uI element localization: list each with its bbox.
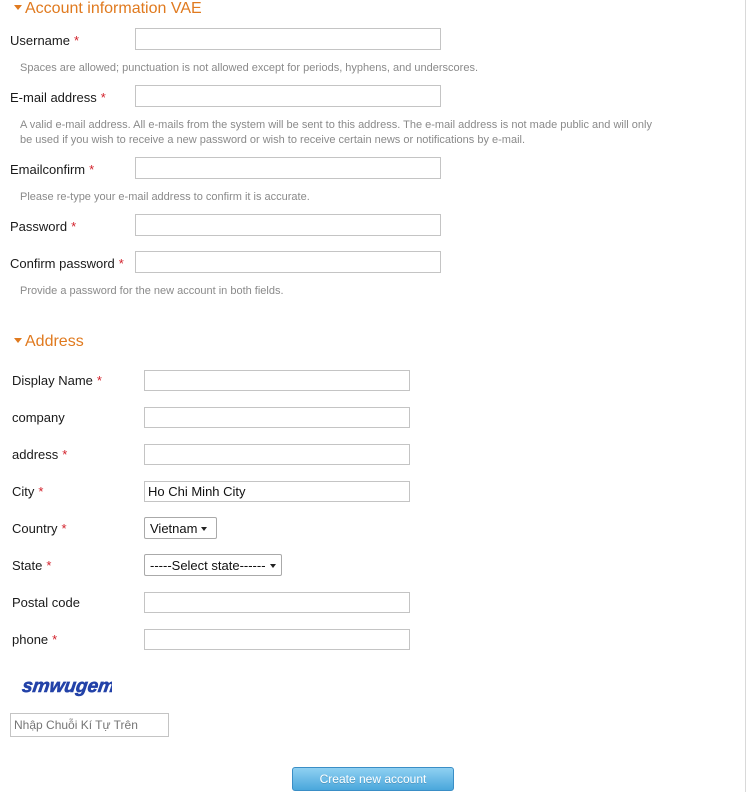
confirm-password-label: Confirm password * [10,256,124,271]
collapse-triangle-icon [14,4,22,10]
address-input[interactable] [144,444,410,465]
username-label: Username * [10,33,80,48]
required-marker: * [73,33,80,48]
postal-code-input[interactable] [144,592,410,613]
country-select-value: Vietnam [150,521,198,536]
required-marker: * [38,484,44,499]
city-input[interactable] [144,481,410,502]
username-help: Spaces are allowed; punctuation is not a… [20,62,479,74]
captcha-text: smwugem [21,676,112,697]
company-label: company [12,410,65,425]
state-select[interactable]: -----Select state------ [144,554,282,576]
state-label: State * [12,558,52,573]
required-marker: * [71,219,77,234]
emailconfirm-help: Please re-type your e-mail address to co… [20,191,310,203]
required-marker: * [62,447,68,462]
address-section-title: Address [25,333,84,350]
email-help-line2: be used if you wish to receive a new pas… [20,134,526,146]
required-marker: * [100,90,106,105]
page-right-border [745,0,746,792]
phone-input[interactable] [144,629,410,650]
required-marker: * [96,373,102,388]
confirm-password-input[interactable] [135,251,441,273]
country-select[interactable]: Vietnam [144,517,217,539]
address-section-header[interactable]: Address [14,333,84,351]
required-marker: * [118,256,124,271]
display-name-input[interactable] [144,370,410,391]
required-marker: * [61,521,67,536]
address-label: address * [12,447,68,462]
username-input[interactable] [135,28,441,50]
dropdown-arrow-icon [201,526,208,531]
email-help-line1: A valid e-mail address. All e-mails from… [20,119,652,131]
emailconfirm-label: Emailconfirm * [10,162,95,177]
phone-label: phone * [12,632,58,647]
display-name-label: Display Name * [12,373,102,388]
state-select-value: -----Select state------ [150,558,266,573]
country-label: Country * [12,521,67,536]
collapse-triangle-icon [14,337,22,343]
company-input[interactable] [144,407,410,428]
create-account-button[interactable]: Create new account [292,767,454,791]
password-help: Provide a password for the new account i… [20,285,284,297]
dropdown-arrow-icon [269,563,276,568]
email-label: E-mail address * [10,90,106,105]
required-marker: * [52,632,58,647]
captcha-image: smwugem [20,676,112,697]
required-marker: * [46,558,52,573]
required-marker: * [89,162,95,177]
password-label: Password * [10,219,77,234]
account-section-header[interactable]: Account information VAE [14,0,202,18]
account-section-title: Account information VAE [25,0,202,17]
email-input[interactable] [135,85,441,107]
password-input[interactable] [135,214,441,236]
captcha-input[interactable] [10,713,169,737]
city-label: City * [12,484,44,499]
postal-code-label: Postal code [12,595,80,610]
emailconfirm-input[interactable] [135,157,441,179]
